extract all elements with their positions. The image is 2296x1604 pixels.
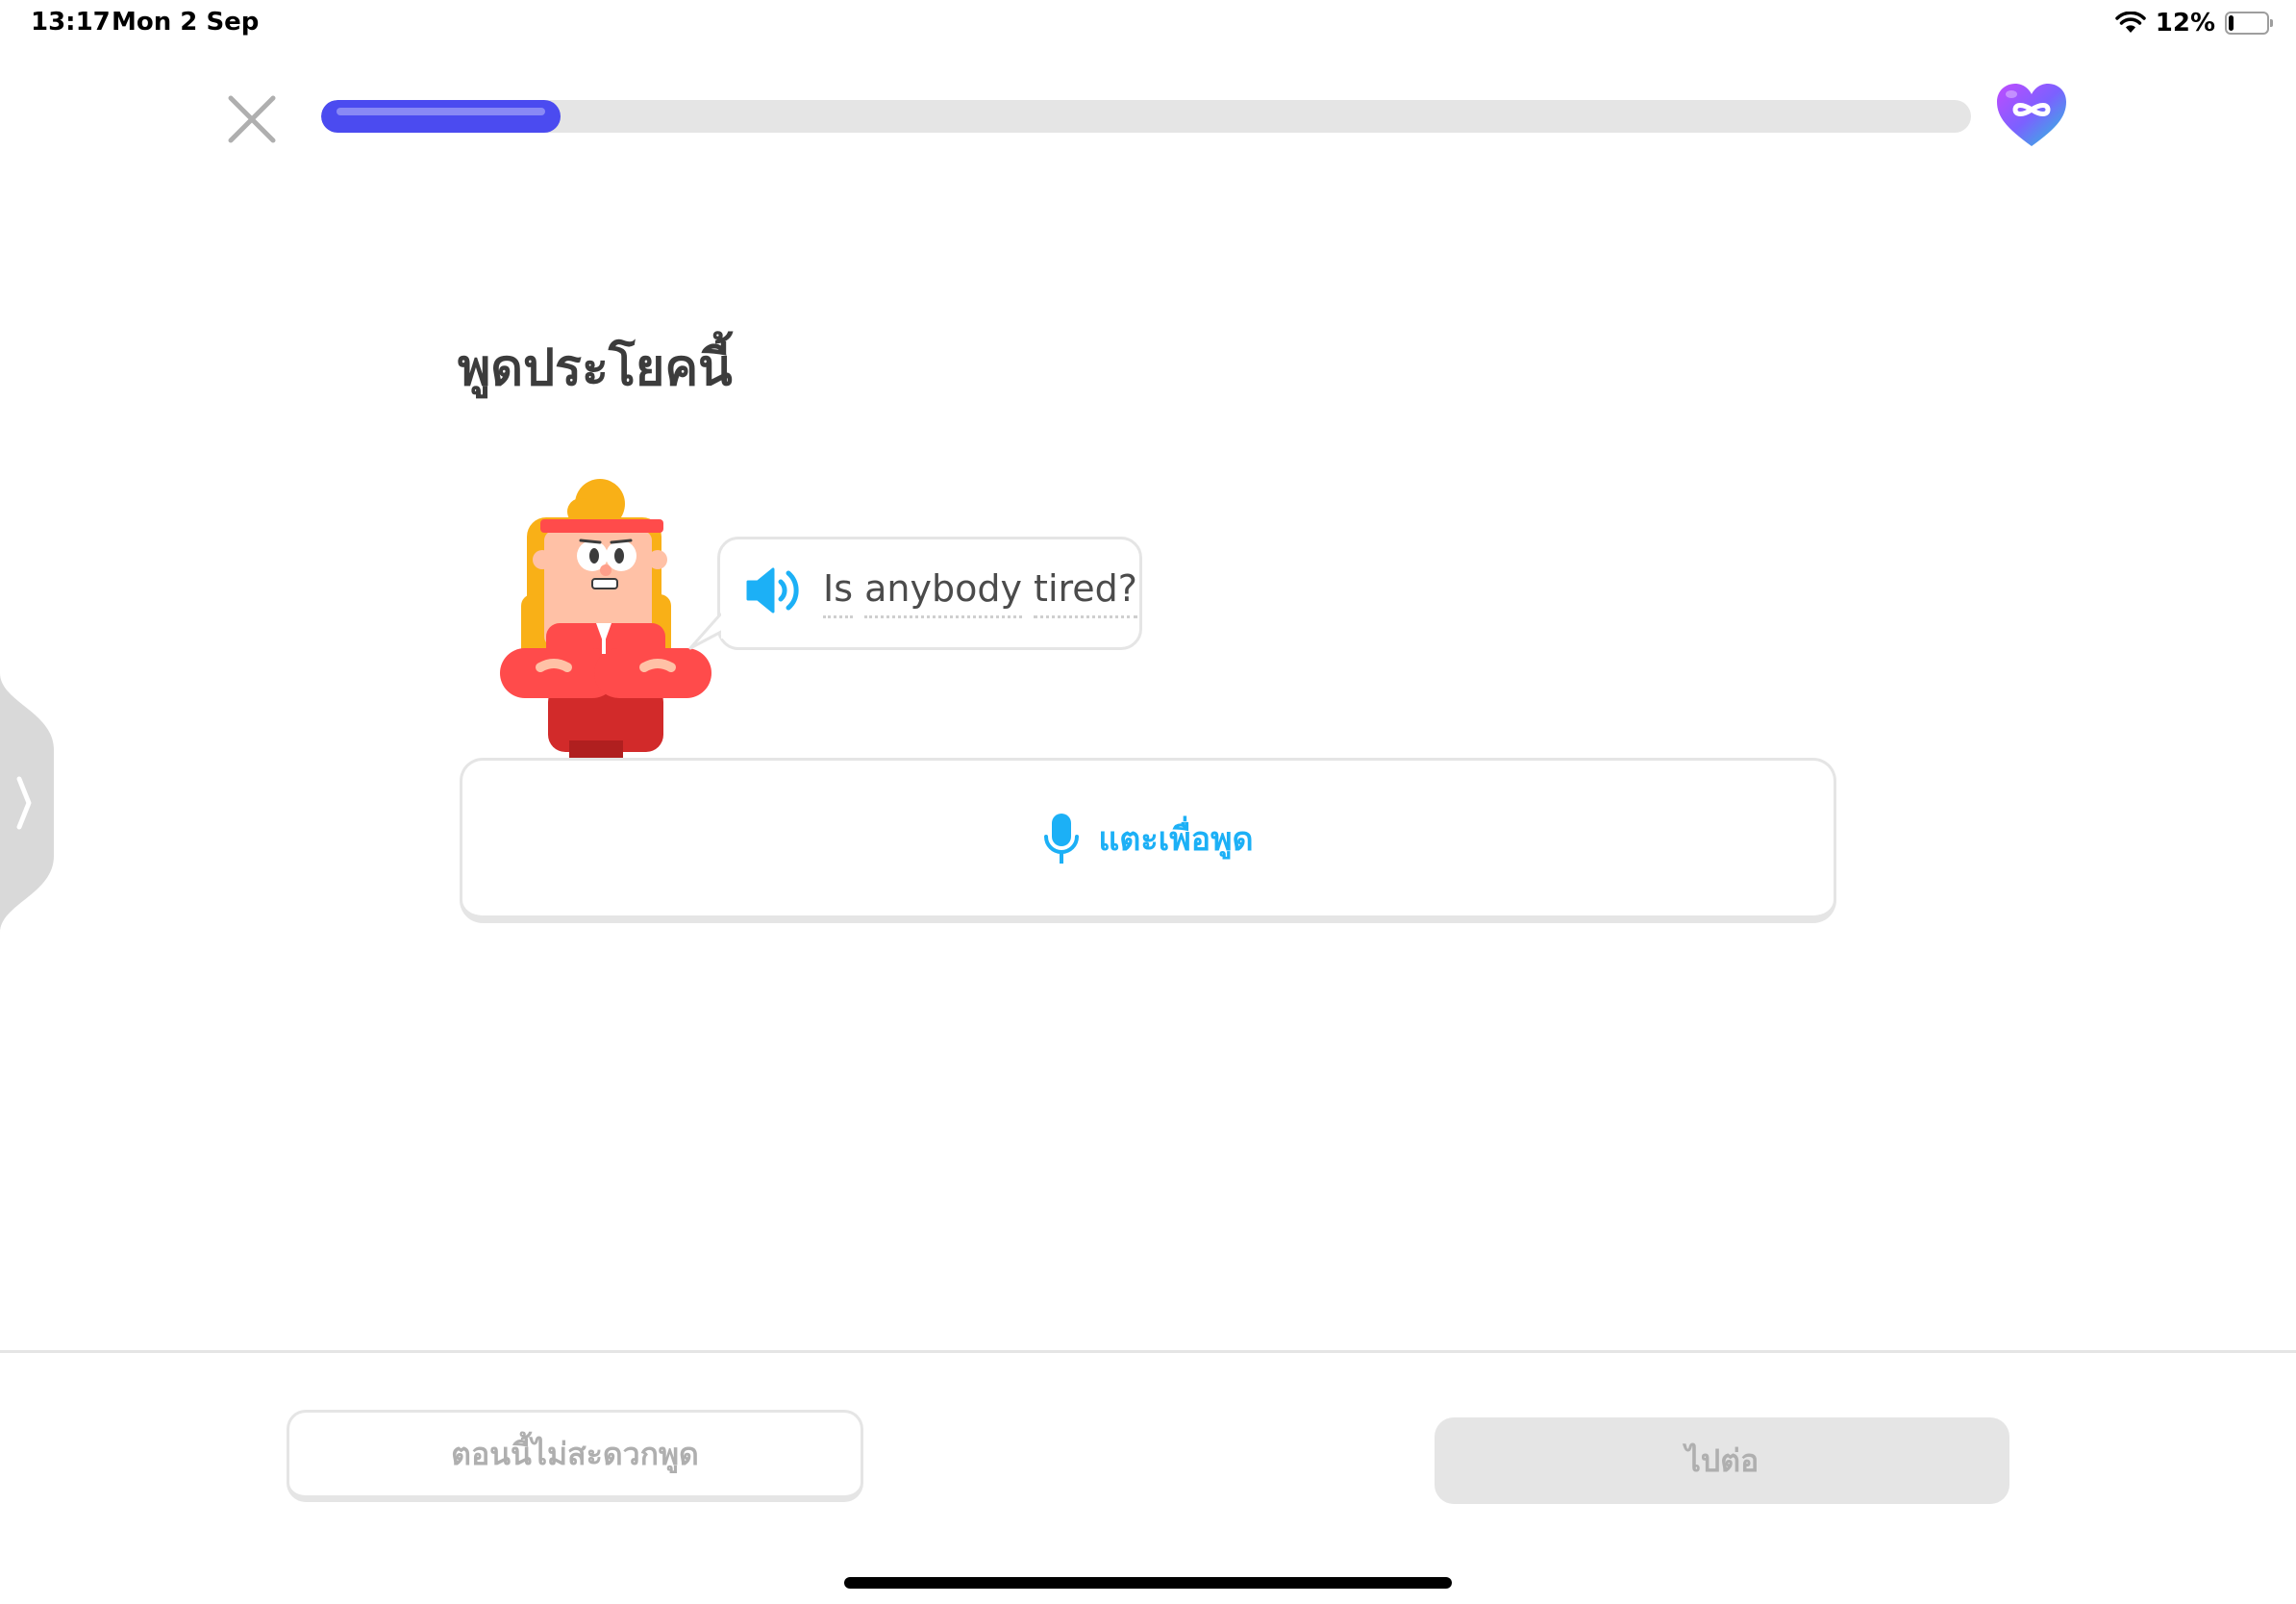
battery-icon [2225, 12, 2273, 35]
battery-level [2229, 15, 2234, 31]
tap-to-speak-label: แตะเพื่อพูด [1098, 819, 1254, 859]
close-button[interactable] [223, 90, 281, 148]
side-panel-handle[interactable] [0, 673, 54, 933]
exercise-title: พูดประโยคนี้ [458, 339, 733, 397]
speaker-icon [746, 567, 799, 614]
status-indicators: 12% [2115, 6, 2273, 40]
sentence-word[interactable]: anybody [864, 567, 1022, 618]
close-icon [228, 95, 276, 143]
hearts-button[interactable] [1994, 81, 2069, 150]
continue-button[interactable]: ไปต่อ [1435, 1417, 2009, 1504]
character-illustration [500, 479, 711, 758]
status-time: 13:17 [31, 8, 111, 37]
lesson-progress-fill [321, 100, 561, 133]
status-date: Mon 2 Sep [112, 8, 260, 37]
play-audio-button[interactable] [746, 565, 802, 615]
lesson-progress-bar [321, 100, 1971, 133]
speech-bubble-tail [688, 612, 727, 650]
tap-to-speak-button[interactable]: แตะเพื่อพูด [460, 758, 1836, 923]
sentence-word[interactable]: Is [823, 567, 854, 618]
wifi-icon [2115, 12, 2146, 33]
progress-highlight [337, 108, 545, 115]
microphone-icon [1044, 813, 1080, 864]
footer-divider [0, 1350, 2296, 1353]
sentence-word[interactable]: tired? [1034, 567, 1137, 618]
cant-speak-now-button[interactable]: ตอนนี้ไม่สะดวกพูด [287, 1410, 863, 1502]
home-indicator[interactable] [844, 1577, 1452, 1589]
sentence-text: Is anybody tired? [823, 567, 1137, 618]
infinity-heart-icon [1997, 84, 2066, 146]
chevron-right-icon [0, 673, 54, 933]
battery-percent: 12% [2155, 9, 2215, 38]
